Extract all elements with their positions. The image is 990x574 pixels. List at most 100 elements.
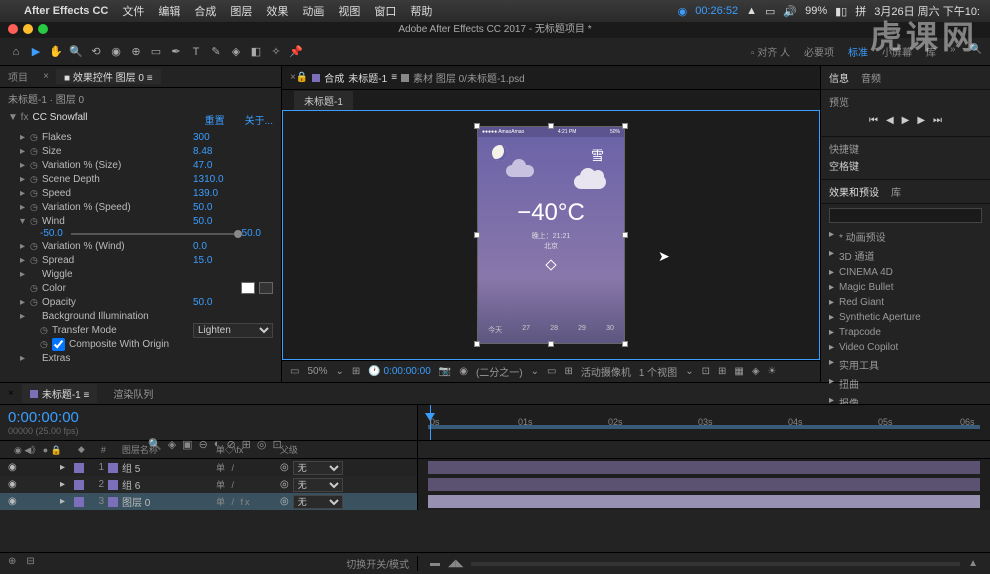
- preview-label[interactable]: 预览: [829, 94, 982, 109]
- zoom-dropdown-icon[interactable]: ⌄: [335, 366, 343, 377]
- wind-slider[interactable]: [71, 233, 234, 235]
- effect-header[interactable]: ▼ fx CC Snowfall 重置 关于...: [0, 109, 281, 130]
- timecode-display[interactable]: 🕐 0:00:00:00: [368, 366, 431, 377]
- prop-depth-value[interactable]: 1310.0: [193, 174, 273, 185]
- views-select[interactable]: 1 个视图: [639, 364, 677, 379]
- tab-audio[interactable]: 音频: [861, 70, 881, 85]
- menu-view[interactable]: 视图: [338, 3, 360, 19]
- tl-close-icon[interactable]: ×: [8, 388, 14, 399]
- views-dropdown-icon[interactable]: ⌄: [685, 366, 693, 377]
- expand-icon[interactable]: ▸: [60, 479, 70, 490]
- wifi-icon[interactable]: ▲: [746, 5, 757, 17]
- window-maximize[interactable]: [38, 24, 48, 34]
- tab-project[interactable]: 项目: [0, 69, 36, 84]
- home-icon[interactable]: ⌂: [8, 44, 24, 60]
- menu-help[interactable]: 帮助: [410, 3, 432, 19]
- expand-icon[interactable]: ▸: [20, 188, 30, 199]
- grid-icon[interactable]: ⊞: [564, 366, 572, 377]
- timeline-layer[interactable]: ◉▸2组 6单 /◎无: [0, 476, 990, 493]
- timeline-layer[interactable]: ◉▸3图层 0单 / fx◎无: [0, 493, 990, 510]
- window-close[interactable]: [8, 24, 18, 34]
- comp-mini-icon[interactable]: ◈: [168, 438, 176, 451]
- app-name[interactable]: After Effects CC: [24, 5, 108, 17]
- transform-handle[interactable]: [622, 232, 628, 238]
- stopwatch-icon[interactable]: ◷: [30, 146, 42, 157]
- layer-options-icon[interactable]: ⊟: [26, 556, 34, 571]
- parent-select[interactable]: 无: [293, 495, 343, 509]
- text-tool[interactable]: T: [188, 44, 204, 60]
- search-help-icon[interactable]: 🔍: [970, 44, 982, 59]
- label-color[interactable]: [74, 463, 84, 473]
- panel-lock-icon[interactable]: ×🔒: [290, 72, 308, 83]
- visibility-toggle[interactable]: ◉: [8, 479, 22, 490]
- rotate-tool[interactable]: ◉: [108, 44, 124, 60]
- expand-icon[interactable]: ▸: [20, 202, 30, 213]
- label-color[interactable]: [74, 480, 84, 490]
- effects-search-input[interactable]: [829, 208, 982, 223]
- flowchart-icon[interactable]: ◈: [752, 366, 760, 377]
- preset-category[interactable]: ▸Magic Bullet: [821, 280, 990, 295]
- resolution-select[interactable]: (二分之一): [476, 364, 523, 379]
- eraser-tool[interactable]: ◧: [248, 44, 264, 60]
- preset-category[interactable]: ▸CINEMA 4D: [821, 265, 990, 280]
- magnify-icon[interactable]: ▭: [290, 366, 299, 377]
- expand-icon[interactable]: ▸: [20, 353, 30, 364]
- transform-handle[interactable]: [548, 123, 554, 129]
- snap-icon[interactable]: ⊡: [273, 438, 282, 451]
- tl-tab-comp[interactable]: 未标题-1 ≡: [22, 384, 98, 403]
- prop-wind-value[interactable]: 50.0: [193, 216, 273, 227]
- visibility-toggle[interactable]: ◉: [8, 496, 22, 507]
- last-frame-icon[interactable]: ⏭: [933, 115, 942, 126]
- expand-icon[interactable]: ▸: [20, 297, 30, 308]
- parent-pickwhip-icon[interactable]: ◎: [280, 462, 289, 473]
- layer-name[interactable]: 组 6: [122, 477, 212, 492]
- menu-composition[interactable]: 合成: [194, 3, 216, 19]
- zoom-handle-icon[interactable]: ◢◣: [448, 558, 463, 569]
- expand-icon[interactable]: ▾: [20, 216, 30, 227]
- current-time[interactable]: 0:00:00:00: [8, 409, 409, 426]
- label-color[interactable]: [74, 497, 84, 507]
- menu-edit[interactable]: 编辑: [158, 3, 180, 19]
- expand-icon[interactable]: ▸: [20, 269, 30, 280]
- shortcut-value[interactable]: 空格键: [829, 156, 982, 175]
- layer-switches[interactable]: 单 /: [216, 461, 276, 474]
- region-icon[interactable]: ▭: [547, 366, 556, 377]
- parent-pickwhip-icon[interactable]: ◎: [280, 496, 289, 507]
- visibility-col-icon[interactable]: ◉ ◀》 ● 🔒: [8, 443, 68, 456]
- stopwatch-icon[interactable]: ◷: [30, 216, 42, 227]
- tab-effect-controls[interactable]: ■ 效果控件 图层 0 ≡: [56, 69, 161, 84]
- snapshot-icon[interactable]: 📷: [439, 366, 451, 377]
- preset-category[interactable]: ▸Synthetic Aperture: [821, 310, 990, 325]
- stopwatch-icon[interactable]: ◷: [30, 255, 42, 266]
- first-frame-icon[interactable]: ⏮: [869, 115, 878, 126]
- menu-file[interactable]: 文件: [122, 3, 144, 19]
- toggle-switches-modes[interactable]: 切换开关/模式: [346, 556, 409, 571]
- prop-spread-value[interactable]: 15.0: [193, 255, 273, 266]
- expand-icon[interactable]: ▸: [60, 496, 70, 507]
- fx-toggle-icon[interactable]: ▼ fx: [8, 112, 28, 127]
- menubar-date[interactable]: 3月26日 周六 下午10:: [874, 3, 980, 19]
- expand-icon[interactable]: ▸: [20, 174, 30, 185]
- prop-varspeed-value[interactable]: 50.0: [193, 202, 273, 213]
- tab-info[interactable]: 信息: [829, 70, 849, 85]
- transform-handle[interactable]: [622, 341, 628, 347]
- window-minimize[interactable]: [23, 24, 33, 34]
- draft3d-icon[interactable]: ▣: [182, 438, 192, 451]
- layer-duration-bar[interactable]: [428, 495, 980, 508]
- snap-toggle[interactable]: ▫ 对齐 人: [751, 44, 790, 59]
- stopwatch-icon[interactable]: ◷: [30, 160, 42, 171]
- visibility-toggle[interactable]: ◉: [8, 462, 22, 473]
- camera-select[interactable]: 活动摄像机: [581, 364, 631, 379]
- preset-category[interactable]: ▸实用工具: [821, 355, 990, 374]
- phone-mockup[interactable]: ●●●●● AmaoAmao4:21 PM50% 雪 −40°C 晚上：21:2…: [477, 126, 625, 344]
- tl-tab-render[interactable]: 渲染队列: [105, 384, 161, 403]
- workspace-more[interactable]: »: [950, 44, 956, 59]
- workspace-library[interactable]: 库: [926, 44, 936, 59]
- channel-icon[interactable]: ◉: [459, 366, 468, 377]
- transform-handle[interactable]: [474, 123, 480, 129]
- transform-handle[interactable]: [474, 232, 480, 238]
- prop-size-value[interactable]: 8.48: [193, 146, 273, 157]
- stopwatch-icon[interactable]: ◷: [30, 283, 42, 294]
- stopwatch-icon[interactable]: ◷: [40, 339, 52, 350]
- layer-name[interactable]: 组 5: [122, 460, 212, 475]
